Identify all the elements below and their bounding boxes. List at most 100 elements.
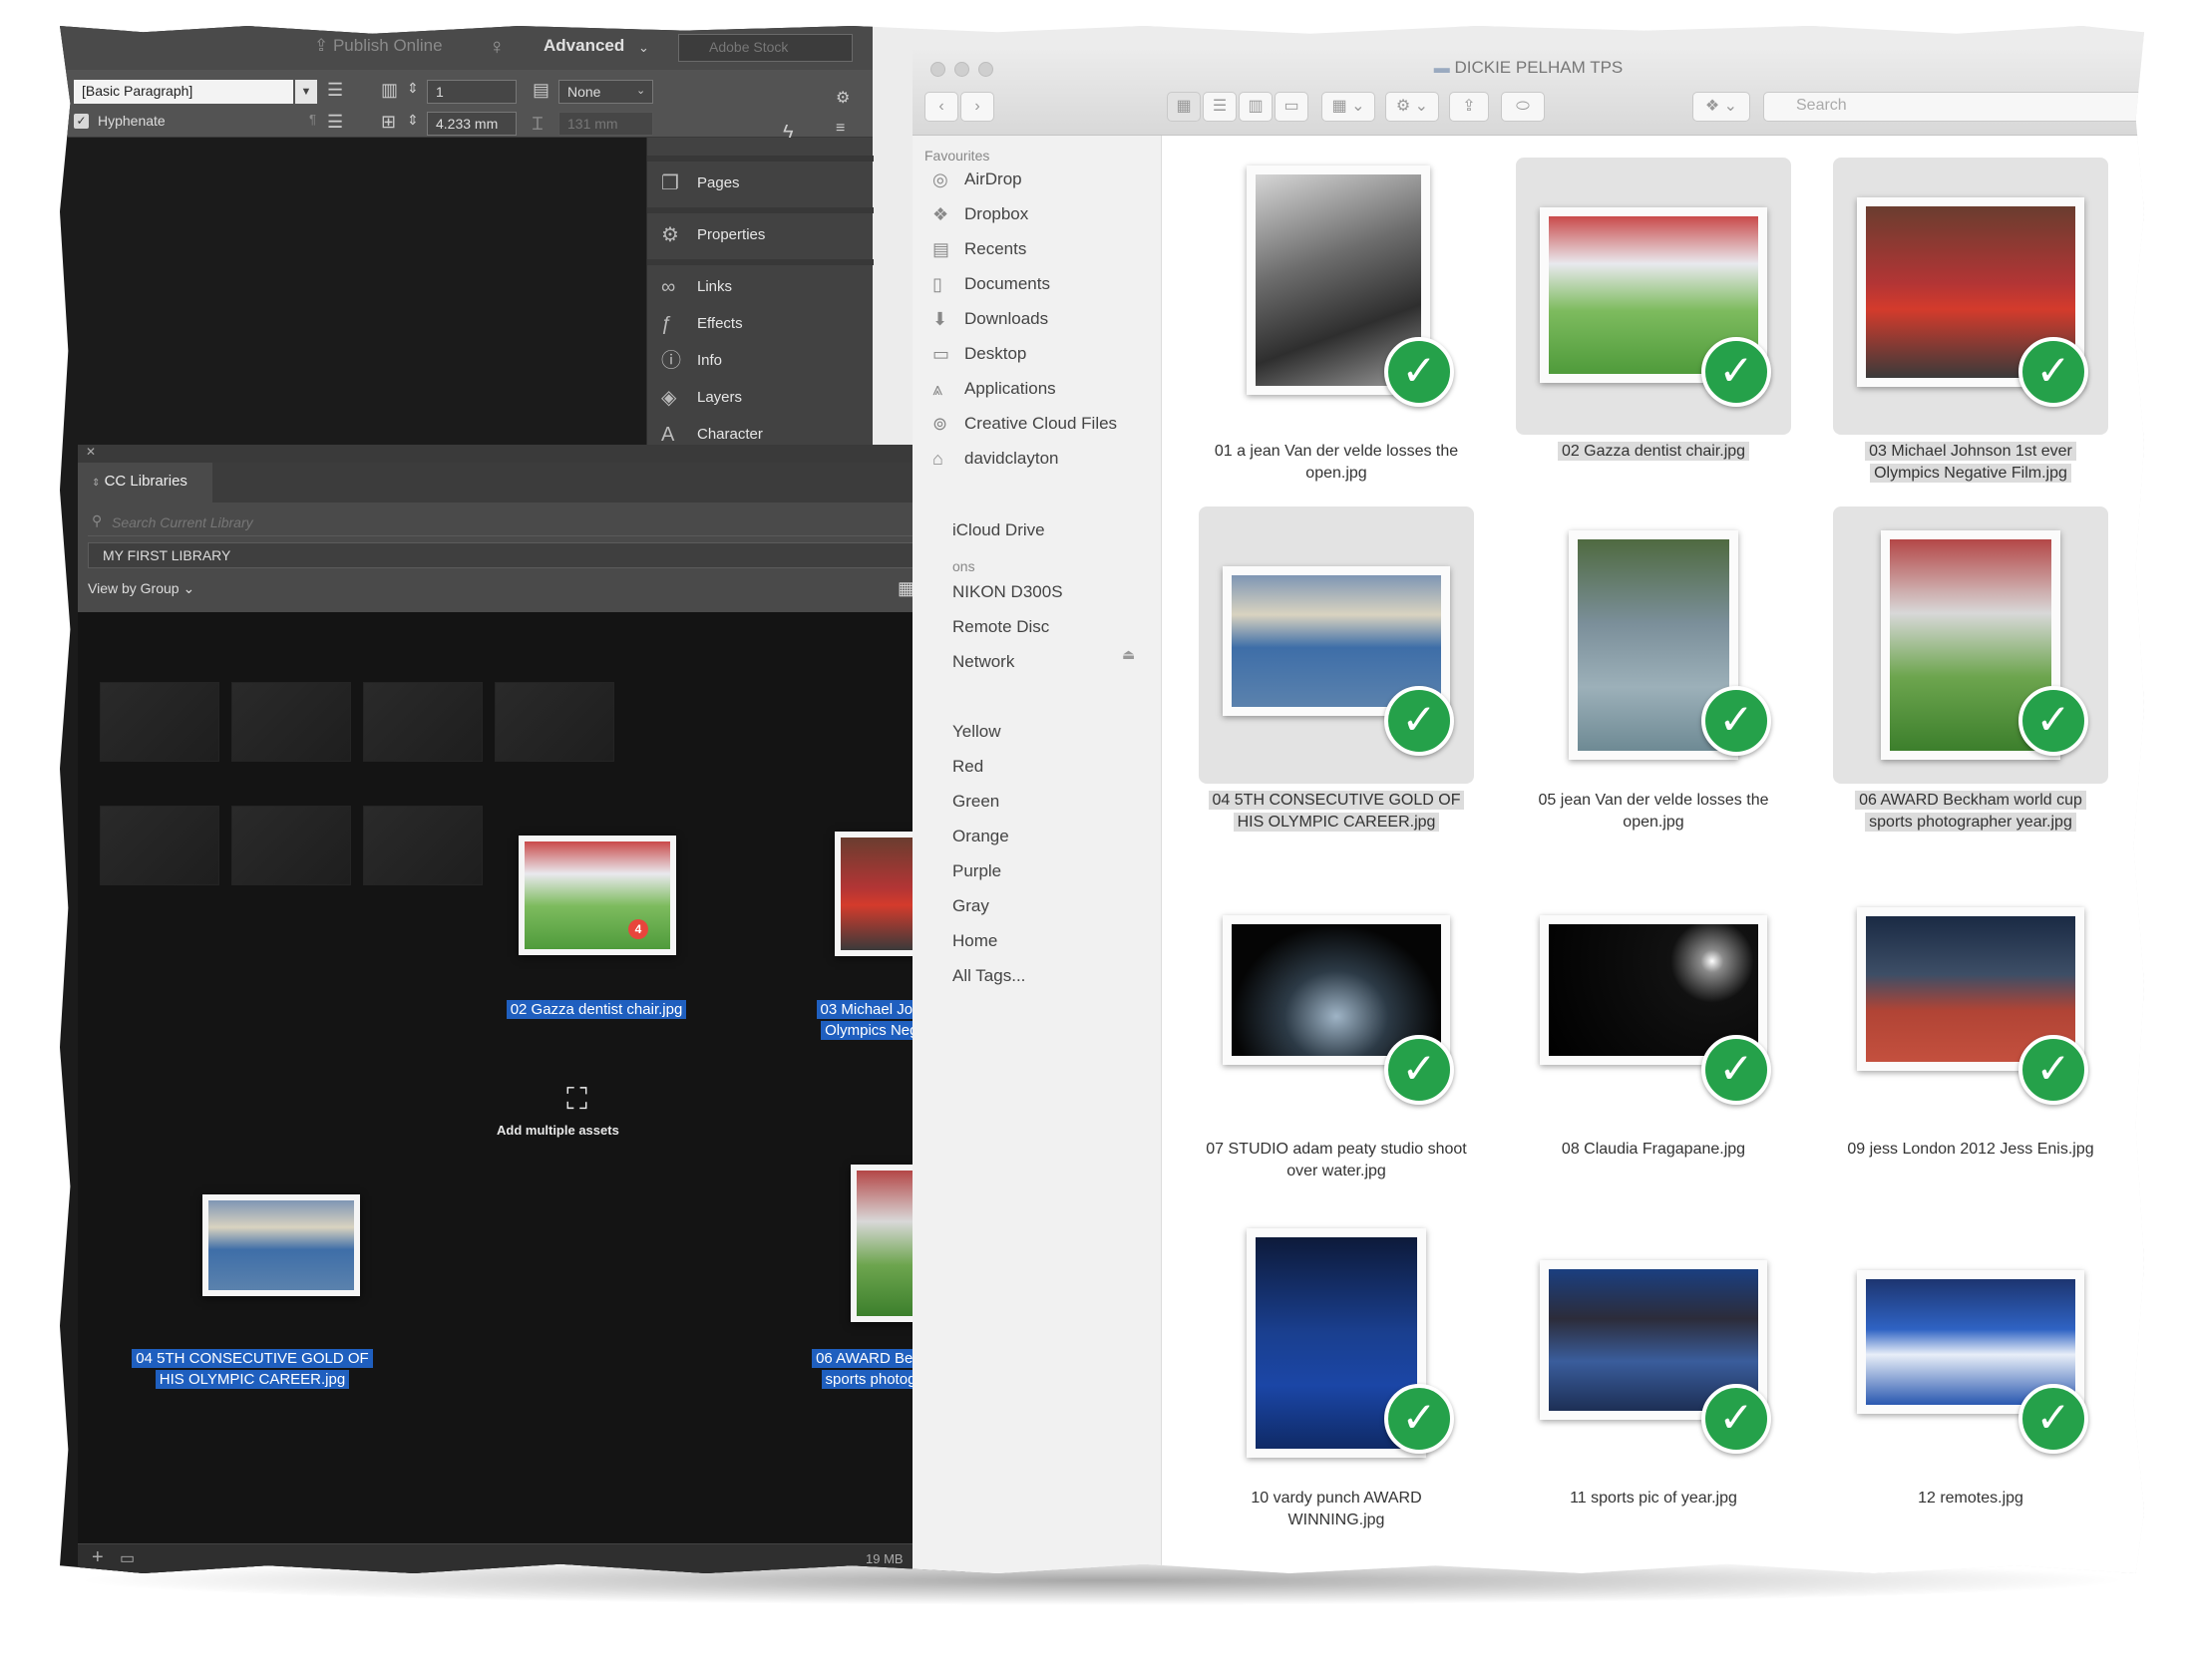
panel-item-pages[interactable]: ❐ Pages: [647, 164, 874, 203]
panel-divider: [647, 156, 874, 162]
library-size: 19 MB: [866, 1551, 904, 1566]
panel-titlebar[interactable]: ✕: [78, 445, 965, 463]
sidebar-tag-green[interactable]: Green: [952, 792, 999, 812]
label-line: 04 5TH CONSECUTIVE GOLD OF: [132, 1349, 373, 1368]
sidebar-item-network[interactable]: Network: [952, 652, 1014, 672]
file-item[interactable]: ✓ 07 STUDIO adam peaty studio shoot over …: [1199, 855, 1474, 1194]
align-icon[interactable]: ☰: [327, 80, 343, 101]
panel-item-info[interactable]: ⓘ Info: [647, 341, 874, 381]
columns-field[interactable]: 1: [427, 80, 517, 104]
sidebar-tag-purple[interactable]: Purple: [952, 861, 1001, 881]
file-name-line: WINNING.jpg: [1287, 1512, 1385, 1528]
sidebar-item-recents[interactable]: Recents: [964, 239, 1026, 259]
gutter-icon: ⊞: [381, 112, 397, 132]
file-item[interactable]: ✓ 11 sports pic of year.jpg: [1516, 1204, 1791, 1543]
adobe-stock-search-input[interactable]: Adobe Stock: [678, 34, 853, 62]
gallery-view-button[interactable]: ▭: [1275, 92, 1308, 122]
sidebar-tag-red[interactable]: Red: [952, 757, 983, 777]
finder-search-input[interactable]: Search: [1763, 92, 2144, 122]
width-field[interactable]: 131 mm: [558, 112, 653, 136]
file-item-selected[interactable]: ✓ 02 Gazza dentist chair.jpg: [1516, 158, 1791, 497]
chevron-down-icon[interactable]: ▼: [295, 80, 317, 104]
share-button[interactable]: ⇪: [1449, 92, 1489, 122]
action-gear-button[interactable]: ⚙ ⌄: [1385, 92, 1439, 122]
group-by-button[interactable]: ▦ ⌄: [1321, 92, 1375, 122]
sidebar-item-applications[interactable]: Applications: [964, 379, 1056, 399]
collapse-icon[interactable]: ⇕: [92, 478, 100, 489]
finder-window: ▬ DICKIE PELHAM TPS ‹ › ▦ ☰ ▥ ▭ ▦ ⌄ ⚙ ⌄ …: [913, 48, 2144, 1573]
dimmed-thumbnail: [363, 806, 483, 885]
cc-libraries-panel: ✕ ⇕ CC Libraries ≡ ⚲ Search Current Libr…: [78, 445, 1029, 1573]
stepper-icon[interactable]: ⇕: [407, 80, 419, 97]
sidebar-item-dropbox[interactable]: Dropbox: [964, 204, 1028, 224]
sidebar-item-desktop[interactable]: Desktop: [964, 344, 1026, 364]
file-item[interactable]: ✓ 08 Claudia Fragapane.jpg: [1516, 855, 1791, 1194]
effects-icon: ƒ: [661, 313, 673, 335]
sidebar-item-nikon[interactable]: NIKON D300S: [952, 582, 1063, 602]
sidebar-item-airdrop[interactable]: AirDrop: [964, 169, 1022, 189]
file-name-line: 08 Claudia Fragapane.jpg: [1561, 1141, 1746, 1158]
dragged-thumbnail[interactable]: [519, 836, 676, 955]
icon-view-button[interactable]: ▦: [1167, 92, 1201, 122]
sidebar-item-home[interactable]: davidclayton: [964, 449, 1059, 469]
panel-item-properties[interactable]: ⚙ Properties: [647, 215, 874, 255]
checkmark-icon: ✓: [1701, 1035, 1771, 1105]
gutter-field[interactable]: 4.233 mm: [427, 112, 517, 136]
list-view-button[interactable]: ☰: [1203, 92, 1237, 122]
pilcrow-icon[interactable]: ¶: [309, 112, 316, 127]
back-button[interactable]: ‹: [924, 92, 958, 122]
forward-button[interactable]: ›: [960, 92, 994, 122]
chevron-down-icon[interactable]: ⌄: [636, 84, 645, 97]
sidebar-item-creative-cloud-files[interactable]: Creative Cloud Files: [964, 414, 1117, 434]
lightbulb-icon[interactable]: ♀: [489, 34, 506, 60]
plus-icon[interactable]: +: [92, 1546, 104, 1569]
gear-icon[interactable]: ⚙: [836, 88, 850, 108]
file-name: 08 Claudia Fragapane.jpg: [1516, 1139, 1791, 1161]
menu-icon[interactable]: ≡: [836, 120, 845, 138]
sidebar-all-tags[interactable]: All Tags...: [952, 966, 1025, 986]
eject-icon[interactable]: ⏏: [1122, 646, 1135, 663]
chevron-down-icon[interactable]: ⌄: [638, 40, 649, 56]
panel-item-label: Character: [697, 426, 763, 443]
tags-button[interactable]: ⬭: [1501, 92, 1545, 122]
locations-heading: ons: [952, 558, 975, 574]
library-select[interactable]: MY FIRST LIBRARY: [88, 542, 955, 568]
sidebar-tag-gray[interactable]: Gray: [952, 896, 989, 916]
panel-item-layers[interactable]: ◈ Layers: [647, 378, 874, 418]
checkmark-icon: ✓: [1701, 1384, 1771, 1454]
workspace-switcher[interactable]: Advanced: [544, 36, 624, 56]
folder-icon[interactable]: ▭: [120, 1548, 135, 1568]
tab-cc-libraries[interactable]: ⇕ CC Libraries: [78, 463, 212, 503]
sidebar-item-documents[interactable]: Documents: [964, 274, 1050, 294]
library-search-input[interactable]: Search Current Library: [88, 510, 955, 536]
stepper-icon[interactable]: ⇕: [407, 112, 419, 129]
sidebar-item-downloads[interactable]: Downloads: [964, 309, 1048, 329]
file-item[interactable]: ✓ 09 jess London 2012 Jess Enis.jpg: [1833, 855, 2108, 1194]
dimmed-thumbnail: [363, 682, 483, 762]
dropbox-button[interactable]: ❖ ⌄: [1692, 92, 1750, 122]
file-item[interactable]: ✓ 10 vardy punch AWARD WINNING.jpg: [1199, 1204, 1474, 1543]
align-bottom-icon[interactable]: ☰: [327, 112, 343, 133]
publish-online-button[interactable]: ⇪ Publish Online: [314, 36, 443, 56]
hyphenate-checkbox[interactable]: ✓: [74, 114, 89, 129]
panel-item-links[interactable]: ∞ Links: [647, 267, 874, 307]
file-item[interactable]: ✓ 05 jean Van der velde losses the open.j…: [1516, 506, 1791, 845]
file-item[interactable]: ✓ 12 remotes.jpg: [1833, 1204, 2108, 1543]
file-item[interactable]: ✓ 01 a jean Van der velde losses the open…: [1199, 158, 1474, 497]
file-item-selected[interactable]: ✓ 03 Michael Johnson 1st ever Olympics Ne…: [1833, 158, 2108, 497]
view-by-dropdown[interactable]: View by Group ⌄: [88, 580, 194, 597]
sidebar-item-icloud-drive[interactable]: iCloud Drive: [952, 520, 1045, 540]
file-name-line: 07 STUDIO adam peaty studio shoot: [1206, 1141, 1467, 1158]
column-view-button[interactable]: ▥: [1239, 92, 1273, 122]
file-item-selected[interactable]: ✓ 04 5TH CONSECUTIVE GOLD OF HIS OLYMPIC …: [1199, 506, 1474, 845]
dragged-thumbnail[interactable]: [202, 1194, 360, 1296]
sidebar-tag-yellow[interactable]: Yellow: [952, 722, 1001, 742]
paragraph-style-select[interactable]: [Basic Paragraph]: [74, 80, 293, 104]
panel-item-effects[interactable]: ƒ Effects: [647, 304, 874, 344]
close-icon[interactable]: ✕: [86, 445, 96, 459]
sidebar-item-remote-disc[interactable]: Remote Disc: [952, 617, 1049, 637]
checkmark-icon: ✓: [1701, 686, 1771, 756]
sidebar-tag-home[interactable]: Home: [952, 931, 997, 951]
sidebar-tag-orange[interactable]: Orange: [952, 827, 1009, 846]
file-item-selected[interactable]: ✓ 06 AWARD Beckham world cup sports photo…: [1833, 506, 2108, 845]
